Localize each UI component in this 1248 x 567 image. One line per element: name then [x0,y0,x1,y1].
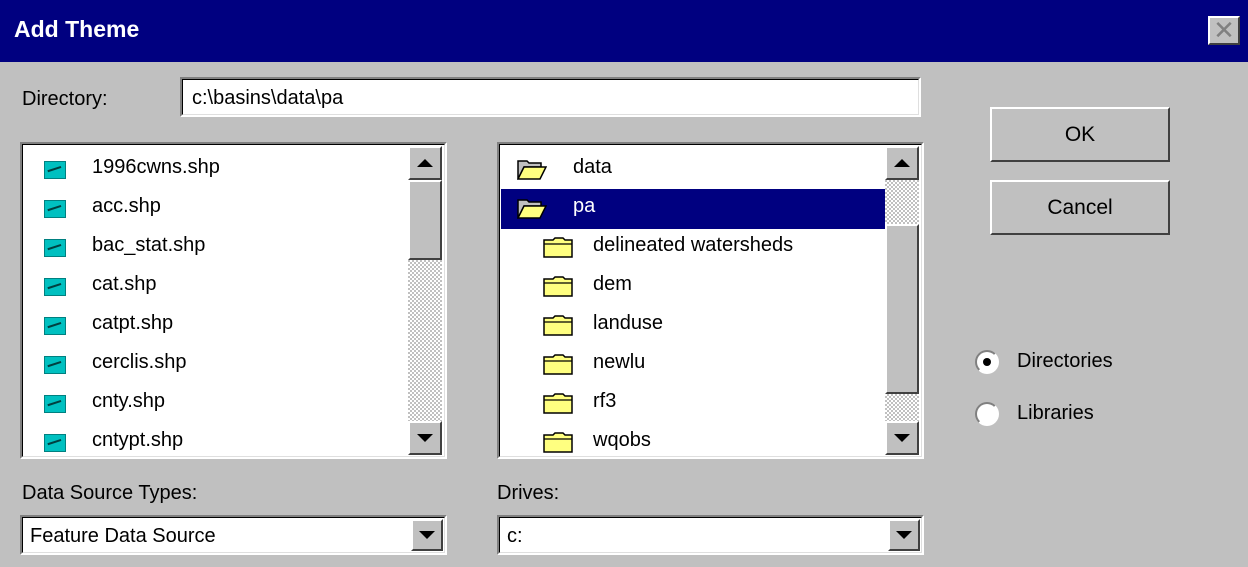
open-folder-icon [517,199,547,219]
list-item[interactable]: cnty.shp [24,384,408,424]
directory-label: Directory: [22,88,108,110]
dialog-title: Add Theme [14,16,140,42]
list-item[interactable]: newlu [501,345,885,385]
list-item[interactable]: dem [501,267,885,307]
directory-value: c:\basins\data\pa [192,87,344,109]
arrow-down-icon [417,434,433,442]
scroll-thumb[interactable] [408,180,442,260]
dropdown-button[interactable] [888,519,920,551]
scroll-down-button[interactable] [408,421,442,455]
shapefile-icon [44,200,66,218]
radio-dot [983,358,991,366]
shapefile-icon [44,161,66,179]
list-item[interactable]: catpt.shp [24,306,408,346]
list-item[interactable]: data [501,150,885,190]
folder-icon [543,237,573,258]
directory-name: wqobs [593,429,651,451]
folder-icon [543,276,573,297]
drives-select[interactable]: c: [497,515,924,555]
list-item[interactable]: bac_stat.shp [24,228,408,268]
directory-name: pa [573,195,596,217]
list-item-selected[interactable]: pa [501,189,885,229]
ok-button-label: OK [1064,123,1096,146]
file-name: 1996cwns.shp [92,156,220,178]
data-source-types-value: Feature Data Source [30,525,216,547]
ok-button[interactable]: OK [990,107,1170,162]
file-list-scrollbar[interactable] [408,146,442,455]
file-name: acc.shp [92,195,161,217]
libraries-radio-label: Libraries [1017,402,1094,424]
chevron-down-icon [419,531,435,539]
directory-name: newlu [593,351,646,373]
close-icon: ✕ [1213,16,1235,46]
directory-name: rf3 [593,390,617,412]
libraries-radio[interactable] [975,402,999,426]
cancel-button[interactable]: Cancel [990,180,1170,235]
list-item[interactable]: rf3 [501,384,885,424]
drives-label: Drives: [497,482,560,504]
list-item[interactable]: cerclis.shp [24,345,408,385]
directory-name: dem [593,273,632,295]
shapefile-icon [44,239,66,257]
scroll-down-button[interactable] [885,421,919,455]
directory-field[interactable]: c:\basins\data\pa [180,77,921,117]
shapefile-icon [44,317,66,335]
folder-icon [543,354,573,375]
list-item[interactable]: cat.shp [24,267,408,307]
shapefile-icon [44,356,66,374]
file-name: bac_stat.shp [92,234,206,256]
shapefile-icon [44,434,66,452]
list-item[interactable]: acc.shp [24,189,408,229]
list-item[interactable]: wqobs [501,423,885,457]
dropdown-button[interactable] [411,519,443,551]
directory-list[interactable]: data pa delineated watersheds dem landus… [497,142,924,459]
folder-icon [543,432,573,453]
title-bar[interactable]: Add Theme ✕ [0,0,1248,62]
file-name: cntypt.shp [92,429,184,451]
directory-name: landuse [593,312,664,334]
data-source-types-select[interactable]: Feature Data Source [20,515,447,555]
data-source-types-label: Data Source Types: [22,482,198,504]
directory-list-scrollbar[interactable] [885,146,919,455]
file-name: cat.shp [92,273,157,295]
cancel-button-label: Cancel [1047,196,1113,219]
list-item[interactable]: landuse [501,306,885,346]
add-theme-dialog: Add Theme ✕ Directory: c:\basins\data\pa… [0,0,1248,567]
directories-radio[interactable] [975,350,999,374]
list-item[interactable]: 1996cwns.shp [24,150,408,190]
shapefile-icon [44,395,66,413]
directory-name: data [573,156,612,178]
folder-icon [543,315,573,336]
arrow-up-icon [894,159,910,167]
file-name: catpt.shp [92,312,174,334]
file-name: cerclis.shp [92,351,187,373]
arrow-down-icon [894,434,910,442]
file-name: cnty.shp [92,390,165,412]
drives-value: c: [507,525,523,547]
arrow-up-icon [417,159,433,167]
shapefile-icon [44,278,66,296]
scroll-up-button[interactable] [885,146,919,180]
close-button[interactable]: ✕ [1208,16,1240,46]
directories-radio-label: Directories [1017,350,1113,372]
list-item[interactable]: cntypt.shp [24,423,408,457]
scroll-up-button[interactable] [408,146,442,180]
file-list[interactable]: 1996cwns.shp acc.shp bac_stat.shp cat.sh… [20,142,447,459]
folder-icon [543,393,573,414]
list-item[interactable]: delineated watersheds [501,228,885,268]
open-folder-icon [517,160,547,180]
directory-name: delineated watersheds [593,234,794,256]
scroll-thumb[interactable] [885,224,919,394]
chevron-down-icon [896,531,912,539]
